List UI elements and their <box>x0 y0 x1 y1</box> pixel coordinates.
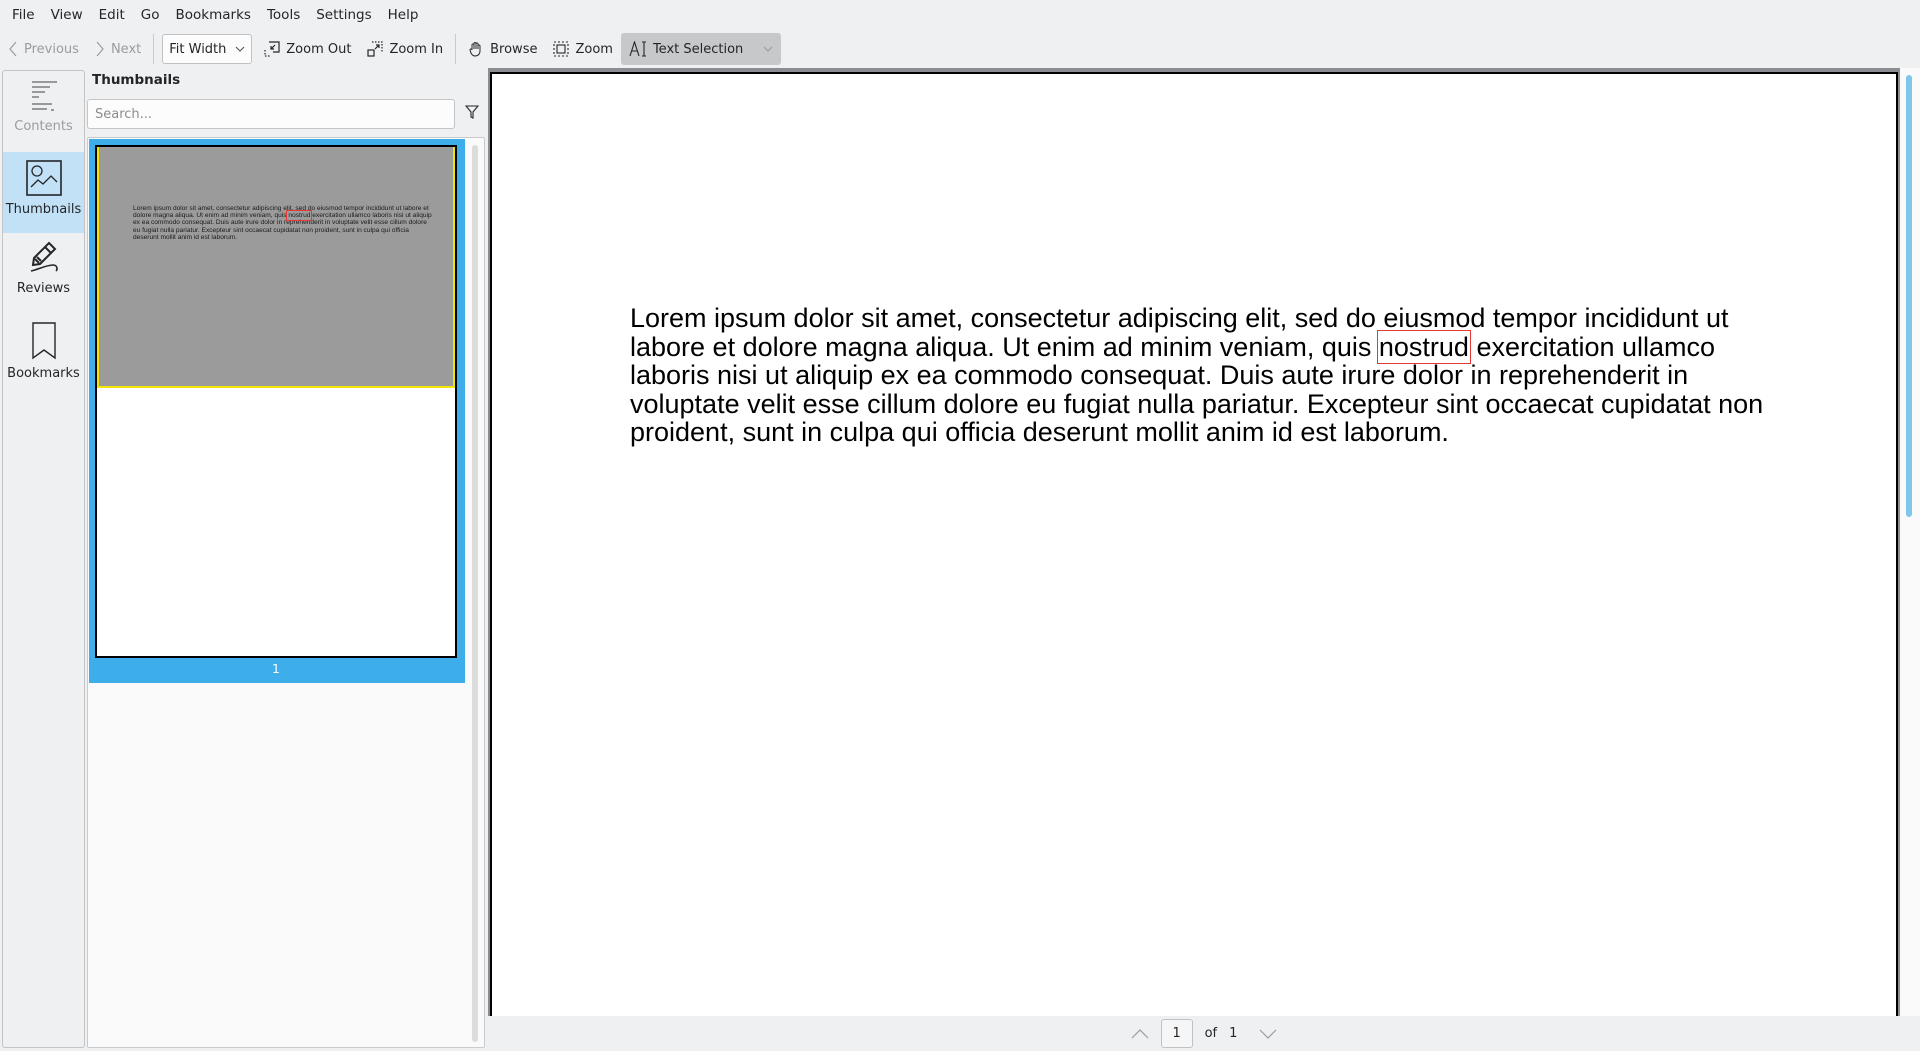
zoom-in-icon <box>367 41 384 57</box>
zoom-mode-value: Fit Width <box>169 41 227 57</box>
browse-tool-button[interactable]: Browse <box>460 33 545 65</box>
total-pages: 1 <box>1229 1026 1238 1041</box>
menu-edit[interactable]: Edit <box>91 0 133 30</box>
chevron-down-icon[interactable] <box>1259 1029 1277 1039</box>
hand-icon <box>468 41 484 57</box>
thumbnail-search-input[interactable]: Search... <box>87 99 455 129</box>
text-cursor-icon <box>629 41 647 57</box>
menu-file[interactable]: File <box>4 0 43 30</box>
thumbnail-visible-area[interactable] <box>97 147 455 388</box>
text-selection-tool-button[interactable]: Text Selection <box>620 33 782 65</box>
menu-help[interactable]: Help <box>380 0 427 30</box>
chevron-down-icon <box>235 46 245 52</box>
toolbar-separator <box>153 34 155 64</box>
next-button[interactable]: Next <box>87 33 149 65</box>
chevron-left-icon <box>8 41 18 57</box>
browse-label: Browse <box>490 41 538 57</box>
zoom-out-icon <box>264 41 280 57</box>
document-page: Lorem ipsum dolor sit amet, consectetur … <box>490 72 1898 1022</box>
next-label: Next <box>110 41 142 57</box>
document-text[interactable]: Lorem ipsum dolor sit amet, consectetur … <box>630 304 1790 447</box>
menu-tools[interactable]: Tools <box>259 0 308 30</box>
zoom-in-button[interactable]: Zoom In <box>359 33 451 65</box>
highlighted-word[interactable]: nostrud <box>1376 329 1471 364</box>
page-navigation-bar: 1 of 1 <box>488 1016 1920 1051</box>
panel-title: Thumbnails <box>92 72 181 88</box>
previous-label: Previous <box>24 41 79 57</box>
zoom-mode-select[interactable]: Fit Width <box>162 34 253 64</box>
menu-bar: File View Edit Go Bookmarks Tools Settin… <box>0 0 1920 30</box>
menu-settings[interactable]: Settings <box>308 0 379 30</box>
thumbnail-text: Lorem ipsum dolor sit amet, consectetur … <box>133 205 432 241</box>
thumbnails-icon <box>25 160 62 196</box>
zoom-in-label: Zoom In <box>389 41 444 57</box>
of-label: of <box>1204 1026 1218 1041</box>
thumbnail-page-number: 1 <box>272 662 280 676</box>
previous-button[interactable]: Previous <box>0 33 87 65</box>
sidebar-item-label: Contents <box>14 119 73 134</box>
search-placeholder: Search... <box>95 106 153 122</box>
chevron-up-icon[interactable] <box>1131 1028 1149 1039</box>
menu-view[interactable]: View <box>43 0 91 30</box>
zoom-tool-button[interactable]: Zoom <box>545 33 620 65</box>
menu-go[interactable]: Go <box>133 0 168 30</box>
current-page: 1 <box>1172 1026 1181 1041</box>
document-viewer: Lorem ipsum dolor sit amet, consectetur … <box>488 68 1900 1022</box>
text-selection-label: Text Selection <box>652 41 744 57</box>
sidebar-item-reviews[interactable]: Reviews <box>3 233 84 314</box>
reviews-icon <box>27 241 61 275</box>
chevron-down-icon[interactable] <box>763 46 773 52</box>
sidebar: Contents Thumbnails Reviews Bookmarks <box>2 70 85 1048</box>
filter-icon[interactable] <box>464 104 480 123</box>
scrollbar-handle[interactable] <box>1906 75 1912 517</box>
chevron-right-icon <box>95 41 105 57</box>
zoom-tool-icon <box>553 41 570 57</box>
sidebar-item-label: Thumbnails <box>5 202 82 217</box>
zoom-out-label: Zoom Out <box>286 41 352 57</box>
sidebar-item-bookmarks[interactable]: Bookmarks <box>3 314 84 395</box>
thumbnail-scrollbar[interactable] <box>472 145 478 1042</box>
bookmarks-icon <box>31 322 57 360</box>
menu-bookmarks[interactable]: Bookmarks <box>168 0 259 30</box>
toolbar-separator <box>455 34 457 64</box>
page-number-input[interactable]: 1 <box>1160 1019 1193 1048</box>
contents-icon <box>27 79 61 113</box>
sidebar-item-thumbnails[interactable]: Thumbnails <box>3 152 84 233</box>
sidebar-item-contents[interactable]: Contents <box>3 71 84 152</box>
sidebar-item-label: Reviews <box>16 281 71 296</box>
zoom-tool-label: Zoom <box>575 41 613 57</box>
sidebar-item-label: Bookmarks <box>7 366 80 381</box>
toolbar: Previous Next Fit Width Zoom Out Zoom In… <box>0 30 1920 68</box>
zoom-out-button[interactable]: Zoom Out <box>256 33 359 65</box>
thumbnail-page-1[interactable]: Lorem ipsum dolor sit amet, consectetur … <box>95 145 457 658</box>
